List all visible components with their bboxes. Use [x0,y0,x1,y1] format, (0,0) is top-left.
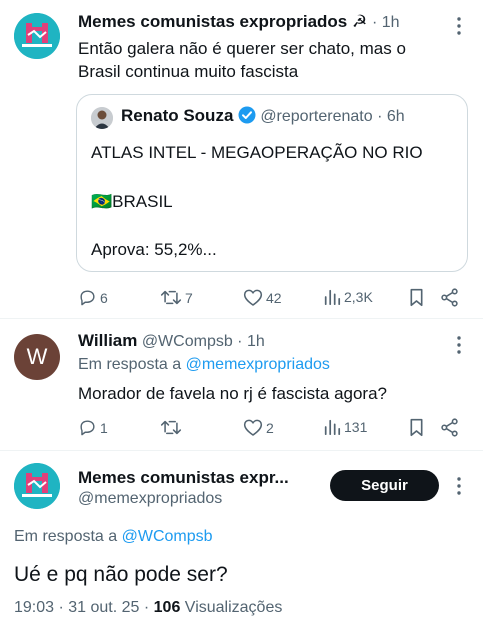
tweet2-reply-button[interactable]: 1 [78,418,108,437]
avatar-letter: W [26,344,48,369]
tweet1-reply-button[interactable]: 6 [78,288,108,307]
tweet1-text-line2: Brasil continua muito fascista [78,62,299,81]
tweet1-time[interactable]: · 1h [372,14,400,31]
tweet2-reply-context: Em resposta a @memexpropriados [78,356,330,374]
more-icon [457,477,461,495]
share-icon [441,418,458,437]
tweet2-handle-time[interactable]: @WCompsb · 1h [142,333,265,350]
main-reply-to-link[interactable]: @WCompsb [122,528,213,545]
tweet1-bookmark-button[interactable] [408,288,425,312]
tweet2-text: Morador de favela no rj é fascista agora… [78,384,388,403]
tweet1-author-name[interactable]: Memes comunistas expropriados ☭ · 1h [78,12,400,32]
tweet2-reply-count: 1 [100,419,108,436]
tweet2-like-button[interactable]: 2 [243,418,274,437]
tweet2-views-button[interactable]: 131 [323,418,367,436]
divider [0,318,483,319]
like-icon [243,289,263,306]
verified-icon [238,106,256,124]
reply-icon [80,290,95,306]
bookmark-icon [410,288,423,307]
divider [0,450,483,451]
tweet1-author-name-text: Memes comunistas expropriados ☭ [78,12,368,31]
tweet1-like-button[interactable]: 42 [243,288,282,307]
more-icon [457,17,461,35]
main-handle[interactable]: @memexpropriados [78,490,222,508]
main-timestamp[interactable]: 19:03 · 31 out. 25 · [14,599,154,616]
tweet2-reply-to-link[interactable]: @memexpropriados [186,356,330,373]
main-reply-context: Em resposta a @WCompsb [14,528,213,546]
tweet1-text-line1: Então galera não é querer ser chato, mas… [78,39,406,58]
quote-handle-time: @reporterenato · 6h [260,108,405,125]
tweet1-views-count: 2,3K [344,289,373,305]
avatar-memexpropriados[interactable] [14,13,60,59]
tweet2-retweet-button[interactable] [160,418,185,437]
main-view-count: 106 [153,599,181,616]
tweet1-reply-count: 6 [100,289,108,306]
logo-icon [14,463,60,509]
more-icon [457,336,461,354]
main-tweet-meta: 19:03 · 31 out. 25 · 106 Visualizações [14,599,282,617]
quote-line2: 🇧🇷BRASIL [91,192,173,211]
avatar-memexpropriados-main[interactable] [14,463,60,509]
tweet1-text: Então galera não é querer ser chato, mas… [78,37,406,83]
views-icon [324,419,341,436]
quote-line3: Aprova: 55,2%... [91,240,217,259]
main-tweet-text: Ué e pq não pode ser? [14,563,228,586]
quote-author-avatar [91,107,113,129]
tweet2-bookmark-button[interactable] [408,418,425,442]
follow-button[interactable]: Seguir [330,470,439,501]
like-icon [243,419,263,436]
tweet1-retweet-count: 7 [185,289,193,306]
tweet1-views-button[interactable]: 2,3K [323,288,373,306]
avatar-william[interactable]: W [14,334,60,380]
tweet1-like-count: 42 [266,289,282,306]
tweet2-like-count: 2 [266,419,274,436]
tweet2-views-count: 131 [344,419,368,435]
tweet2-more-button[interactable] [449,335,469,360]
bookmark-icon [410,418,423,437]
tweet2-author-name[interactable]: William [78,331,137,350]
share-icon [441,288,458,307]
retweet-icon [160,420,182,435]
main-reply-prefix: Em resposta a [14,528,122,545]
retweet-icon [160,290,182,305]
main-views-label: Visualizações [180,599,283,616]
tweet1-more-button[interactable] [449,16,469,41]
main-author-name[interactable]: Memes comunistas expr... [78,468,289,488]
quote-line1: ATLAS INTEL - MEGAOPERAÇÃO NO RIO [91,143,423,162]
reply-icon [80,420,95,436]
person-avatar-icon [91,107,113,129]
quoted-tweet-card[interactable]: Renato Souza @reporterenato · 6h ATLAS I… [76,94,468,272]
quote-author-name: Renato Souza [121,106,234,125]
quote-author-line: Renato Souza @reporterenato · 6h [121,106,405,126]
tweet2-share-button[interactable] [440,418,459,442]
views-icon [324,289,341,306]
main-more-button[interactable] [449,476,469,501]
tweet1-retweet-button[interactable]: 7 [160,288,193,307]
tweet1-share-button[interactable] [440,288,459,312]
tweet2-reply-prefix: Em resposta a [78,356,186,373]
tweet2-header: William @WCompsb · 1h [78,331,265,351]
logo-icon [14,13,60,59]
